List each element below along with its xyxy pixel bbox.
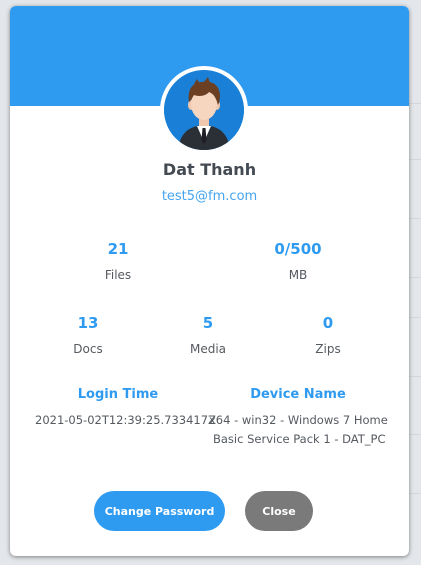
user-email: test5@fm.com <box>161 189 258 204</box>
backdrop-divider <box>409 317 421 318</box>
stat-docs-label: Docs <box>73 342 103 356</box>
stat-storage: 0/500 MB <box>238 240 358 282</box>
stat-media-label: Media <box>189 342 227 356</box>
user-name: Dat Thanh <box>162 160 257 179</box>
device-name-line: x64 - win32 - Windows 7 Home <box>209 413 388 427</box>
backdrop-divider <box>409 434 421 435</box>
stat-media: 5 Media <box>148 314 268 356</box>
backdrop-divider <box>409 159 421 160</box>
stat-docs-value: 13 <box>77 314 99 332</box>
backdrop-divider <box>409 277 421 278</box>
stat-docs: 13 Docs <box>28 314 148 356</box>
backdrop-divider <box>409 376 421 377</box>
device-name-value: x64 - win32 - Windows 7 Home Basic Servi… <box>209 411 388 449</box>
avatar <box>164 70 244 150</box>
device-name-line: Basic Service Pack 1 - DAT_PC <box>213 432 386 446</box>
user-avatar-icon <box>164 70 244 150</box>
stat-media-value: 5 <box>202 314 214 332</box>
stat-storage-value: 0/500 <box>274 240 322 258</box>
stat-zips-label: Zips <box>315 342 341 356</box>
backdrop-divider <box>409 103 421 104</box>
stat-files-value: 21 <box>107 240 129 258</box>
stat-files: 21 Files <box>58 240 178 282</box>
stat-storage-label: MB <box>288 268 308 282</box>
stat-zips-value: 0 <box>322 314 334 332</box>
close-button[interactable]: Close <box>245 491 313 531</box>
stat-files-label: Files <box>104 268 132 282</box>
stat-zips: 0 Zips <box>268 314 388 356</box>
backdrop-divider <box>409 218 421 219</box>
user-profile-modal: Dat Thanh test5@fm.com 21 Files 0/500 MB… <box>10 6 409 556</box>
login-time-value: 2021-05-02T12:39:25.733417Z <box>35 413 216 427</box>
device-name-title: Device Name <box>250 387 346 402</box>
change-password-button[interactable]: Change Password <box>94 491 225 531</box>
avatar-frame <box>160 66 248 154</box>
backdrop-divider <box>409 493 421 494</box>
login-time-title: Login Time <box>77 387 159 402</box>
